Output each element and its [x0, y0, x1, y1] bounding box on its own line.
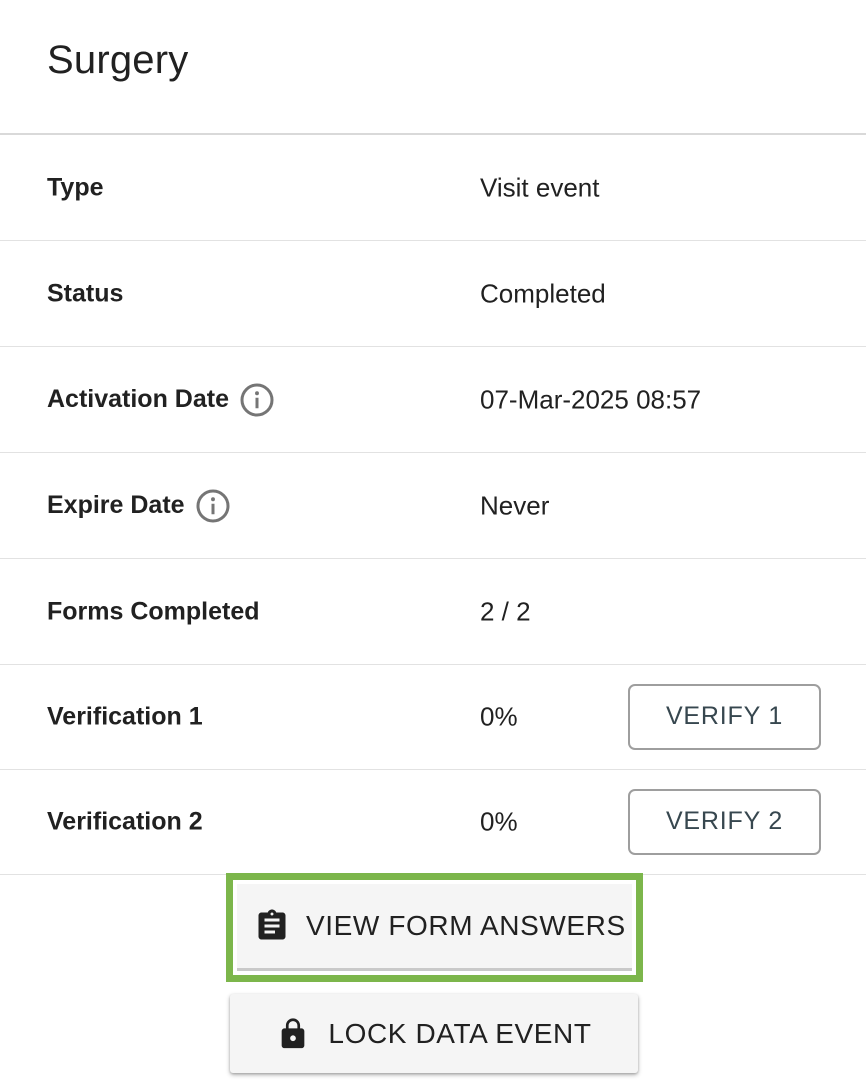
status-label-text: Status [47, 279, 124, 307]
verification-2-label: Verification 2 [47, 807, 203, 836]
status-value: Completed [480, 278, 606, 308]
type-label: Type [47, 173, 104, 202]
view-form-answers-label: VIEW FORM ANSWERS [306, 910, 626, 941]
verification-1-label-text: Verification 1 [47, 702, 203, 730]
forms-completed-value: 2 / 2 [480, 596, 531, 626]
page-title: Surgery [47, 38, 189, 82]
verification-2-value: 0% [480, 806, 518, 836]
view-form-answers-highlight: VIEW FORM ANSWERS [226, 873, 643, 982]
view-form-answers-button[interactable]: VIEW FORM ANSWERS [237, 884, 632, 971]
event-details-panel: Surgery Type Visit event Status Complete… [0, 0, 866, 1088]
detail-row-forms-completed: Forms Completed 2 / 2 [0, 559, 866, 665]
verification-2-label-text: Verification 2 [47, 807, 203, 835]
forms-completed-label-text: Forms Completed [47, 597, 260, 625]
detail-row-status: Status Completed [0, 241, 866, 347]
detail-row-activation-date: Activation Date 07-Mar-2025 08:57 [0, 347, 866, 453]
type-label-text: Type [47, 173, 104, 201]
expire-date-label-text: Expire Date [47, 491, 185, 519]
verify-1-button[interactable]: VERIFY 1 [628, 683, 821, 750]
status-label: Status [47, 279, 123, 308]
activation-date-value: 07-Mar-2025 08:57 [480, 384, 702, 414]
forms-completed-label: Forms Completed [47, 597, 260, 626]
type-value: Visit event [480, 172, 600, 202]
verify-2-button[interactable]: VERIFY 2 [628, 788, 821, 855]
info-icon[interactable] [239, 382, 275, 418]
verification-1-value: 0% [480, 701, 518, 731]
lock-icon [282, 1017, 305, 1048]
lock-data-event-button[interactable]: LOCK DATA EVENT [230, 994, 638, 1073]
detail-row-verification-1: Verification 1 0% VERIFY 1 [0, 664, 866, 770]
info-icon[interactable] [195, 488, 231, 524]
activation-date-label-text: Activation Date [47, 385, 229, 413]
detail-row-expire-date: Expire Date Never [0, 453, 866, 559]
lock-data-event-label: LOCK DATA EVENT [328, 1017, 592, 1049]
expire-date-value: Never [480, 490, 550, 520]
verification-1-label: Verification 1 [47, 702, 203, 731]
detail-row-verification-2: Verification 2 0% VERIFY 2 [0, 769, 866, 875]
clipboard-icon [258, 909, 286, 940]
activation-date-label: Activation Date [47, 382, 275, 418]
expire-date-label: Expire Date [47, 488, 231, 524]
detail-row-type: Type Visit event [0, 135, 866, 241]
